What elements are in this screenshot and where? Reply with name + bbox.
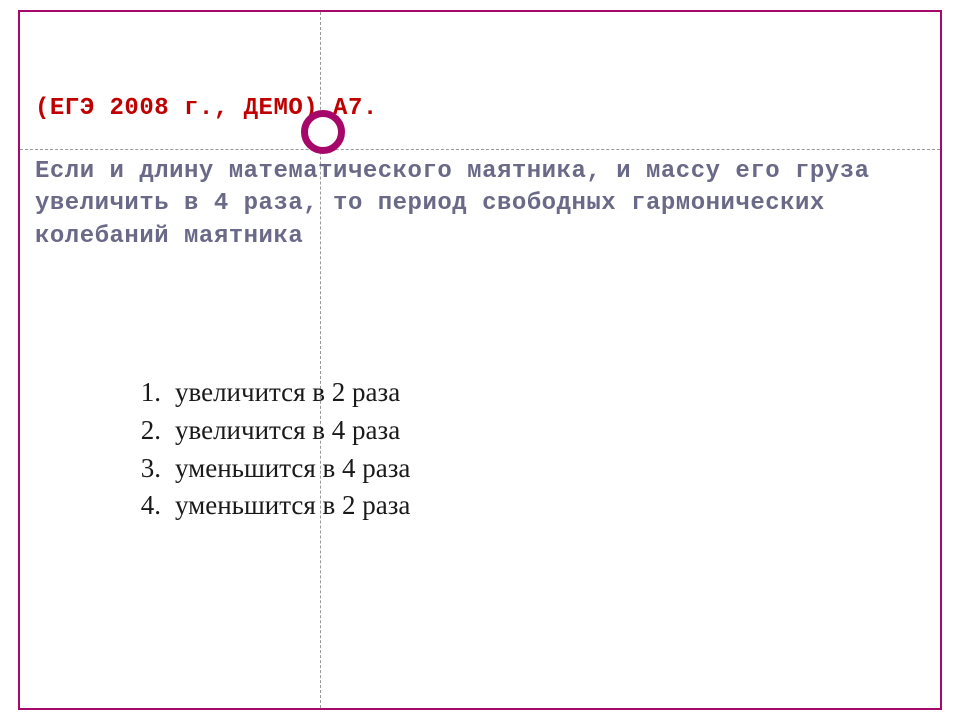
answer-number: 1. (135, 374, 175, 412)
answer-number: 3. (135, 450, 175, 488)
answer-number: 2. (135, 412, 175, 450)
answer-number: 4. (135, 487, 175, 525)
question-body: Если и длину математического маятника, и… (35, 156, 920, 253)
list-item: 2. увеличится в 4 раза (135, 412, 410, 450)
ring-decoration-icon (301, 110, 345, 154)
answer-text: уменьшится в 2 раза (175, 487, 410, 525)
list-item: 1. увеличится в 2 раза (135, 374, 410, 412)
answer-list: 1. увеличится в 2 раза 2. увеличится в 4… (135, 374, 410, 525)
divider-horizontal (20, 149, 940, 150)
answer-text: уменьшится в 4 раза (175, 450, 410, 488)
list-item: 4. уменьшится в 2 раза (135, 487, 410, 525)
slide-frame: (ЕГЭ 2008 г., ДЕМО) А7. Если и длину мат… (18, 10, 942, 710)
list-item: 3. уменьшится в 4 раза (135, 450, 410, 488)
answer-text: увеличится в 2 раза (175, 374, 400, 412)
answer-text: увеличится в 4 раза (175, 412, 400, 450)
